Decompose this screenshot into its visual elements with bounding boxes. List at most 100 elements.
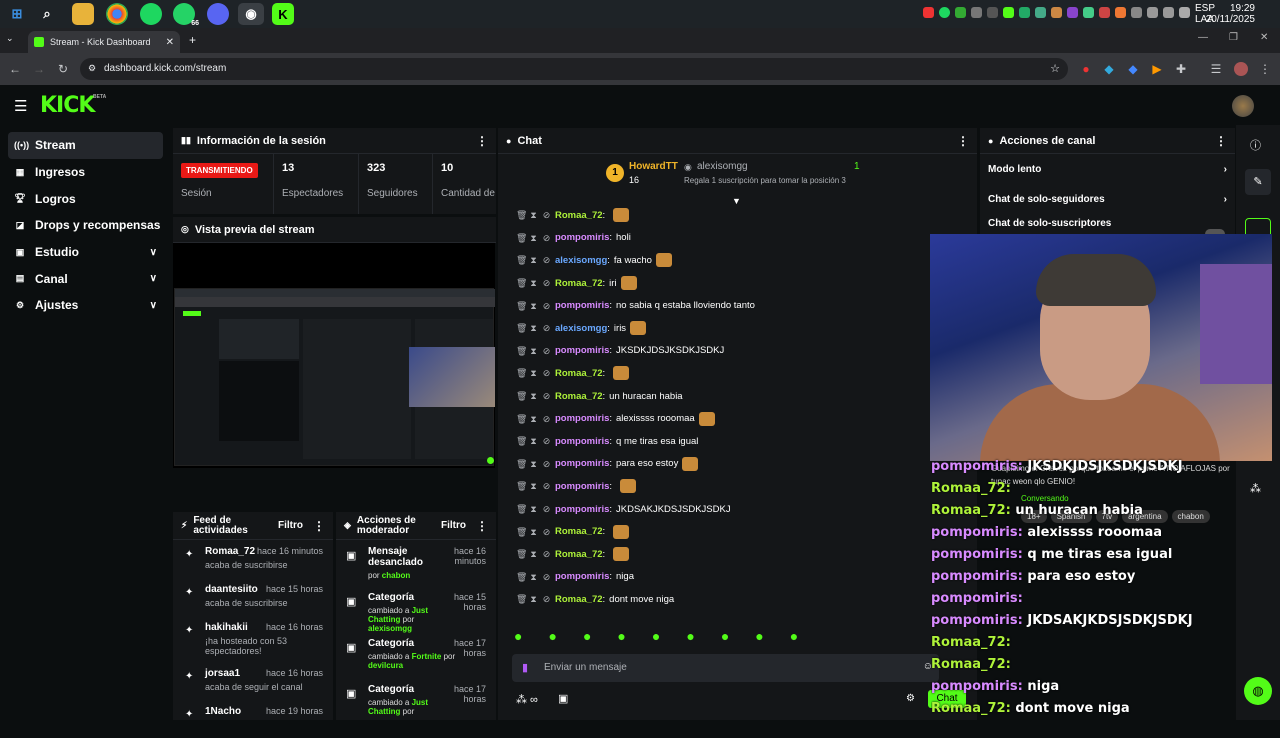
extension-icon[interactable]: ◆ <box>1102 62 1116 76</box>
ban-icon[interactable]: ⊘ <box>542 391 551 401</box>
spotify-icon[interactable] <box>140 3 162 25</box>
network-icon[interactable] <box>1131 7 1142 18</box>
emote-icon[interactable]: ● <box>790 628 798 650</box>
chat-username[interactable]: pompomiris <box>555 571 609 582</box>
sidebar-item-ingresos[interactable]: ▦ Ingresos <box>8 159 163 186</box>
chat-message[interactable]: 🗑︎ ⧗ ⊘ pompomiris: JKSDKJDSJKSDKJSDKJ <box>498 340 977 363</box>
delete-icon[interactable]: 🗑︎ <box>516 301 527 311</box>
store-icon[interactable]: ▣ <box>558 692 568 705</box>
bookmark-star-icon[interactable]: ☆ <box>1050 62 1060 75</box>
timeout-icon[interactable]: ⧗ <box>529 436 538 446</box>
tray-icon[interactable] <box>1035 7 1046 18</box>
chat-username[interactable]: alexisomgg <box>555 255 607 266</box>
extension-icon[interactable]: ▶ <box>1150 62 1164 76</box>
clock[interactable]: 19:29 20/11/2025 <box>1206 3 1255 25</box>
chat-message[interactable]: 🗑︎ ⧗ ⊘ Romaa_72: dont move niga <box>498 588 977 611</box>
delete-icon[interactable]: 🗑︎ <box>516 323 527 333</box>
chat-username[interactable]: pompomiris <box>555 458 609 469</box>
battery-icon[interactable] <box>1163 7 1174 18</box>
chat-message[interactable]: 🗑︎ ⧗ ⊘ pompomiris: para eso estoy <box>498 453 977 476</box>
ban-icon[interactable]: ⊘ <box>542 527 551 537</box>
ban-icon[interactable]: ⊘ <box>542 549 551 559</box>
delete-icon[interactable]: 🗑︎ <box>516 504 527 514</box>
more-options-icon[interactable]: ⋮ <box>476 134 488 148</box>
chat-message[interactable]: 🗑︎ ⧗ ⊘ alexisomgg: fa wacho <box>498 249 977 272</box>
discord-icon[interactable] <box>207 3 229 25</box>
browser-tab[interactable]: Stream - Kick Dashboard ✕ <box>28 31 180 53</box>
user-avatar[interactable] <box>1232 95 1254 117</box>
delete-icon[interactable]: 🗑︎ <box>516 459 527 469</box>
ban-icon[interactable]: ⊘ <box>542 504 551 514</box>
chat-message[interactable]: 🗑︎ ⧗ ⊘ Romaa_72: <box>498 204 977 227</box>
emote-icon[interactable]: ● <box>514 628 522 650</box>
volume-icon[interactable] <box>1147 7 1158 18</box>
timeout-icon[interactable]: ⧗ <box>529 255 538 265</box>
chrome-icon[interactable] <box>106 3 128 25</box>
timeout-icon[interactable]: ⧗ <box>529 504 538 514</box>
mic-icon[interactable]: ▮ <box>522 661 528 674</box>
timeout-icon[interactable]: ⧗ <box>529 368 538 378</box>
timeout-icon[interactable]: ⧗ <box>529 346 538 356</box>
top-gifter-name[interactable]: HowardTT <box>629 161 678 172</box>
timeout-icon[interactable]: ⧗ <box>529 210 538 220</box>
emote-icon[interactable]: ● <box>652 628 660 650</box>
emote-icon[interactable]: ● <box>548 628 556 650</box>
delete-icon[interactable]: 🗑︎ <box>516 436 527 446</box>
delete-icon[interactable]: 🗑︎ <box>516 255 527 265</box>
emote-icon[interactable]: ● <box>755 628 763 650</box>
tray-icon[interactable] <box>939 7 950 18</box>
chat-message[interactable]: 🗑︎ ⧗ ⊘ Romaa_72: <box>498 543 977 566</box>
chat-message[interactable]: 🗑︎ ⧗ ⊘ pompomiris: <box>498 475 977 498</box>
kick-app-icon[interactable]: K <box>272 3 294 25</box>
filter-button[interactable]: Filtro <box>441 520 466 531</box>
ban-icon[interactable]: ⊘ <box>542 481 551 491</box>
ban-icon[interactable]: ⊘ <box>542 346 551 356</box>
tray-icon[interactable] <box>1179 7 1190 18</box>
browser-menu-icon[interactable]: ⋮ <box>1258 62 1272 76</box>
site-info-icon[interactable]: ⚙ <box>88 63 96 74</box>
extension-icon[interactable]: ● <box>1079 62 1093 76</box>
feed-item[interactable]: ✦ Romaa_72 acaba de suscribirse hace 16 min… <box>173 540 333 578</box>
minimize-icon[interactable]: — <box>1198 32 1208 43</box>
delete-icon[interactable]: 🗑︎ <box>516 278 527 288</box>
extension-icon[interactable]: ◆ <box>1126 62 1140 76</box>
timeout-icon[interactable]: ⧗ <box>529 391 538 401</box>
chat-username[interactable]: pompomiris <box>555 413 609 424</box>
sidebar-item-logros[interactable]: 🏆︎ Logros <box>8 185 163 212</box>
edit-icon[interactable]: ✎ <box>1245 169 1271 195</box>
mod-by[interactable]: devilcura <box>368 661 403 670</box>
tray-icon[interactable] <box>923 7 934 18</box>
chat-message[interactable]: 🗑︎ ⧗ ⊘ pompomiris: niga <box>498 566 977 589</box>
help-button[interactable]: ◍ <box>1244 677 1272 705</box>
more-options-icon[interactable]: ⋮ <box>476 519 488 533</box>
feed-item[interactable]: ✦ hakihakii ¡ha hosteado con 53 espectador… <box>173 616 333 662</box>
chat-username[interactable]: Romaa_72 <box>555 368 603 379</box>
chat-message[interactable]: 🗑︎ ⧗ ⊘ alexisomgg: iris <box>498 317 977 340</box>
tray-icon[interactable] <box>1003 7 1014 18</box>
tray-icon[interactable] <box>1051 7 1062 18</box>
tray-icon[interactable] <box>1099 7 1110 18</box>
chat-message[interactable]: 🗑︎ ⧗ ⊘ pompomiris: holi <box>498 227 977 250</box>
chat-username[interactable]: Romaa_72 <box>555 526 603 537</box>
chat-username[interactable]: pompomiris <box>555 232 609 243</box>
timeout-icon[interactable]: ⧗ <box>529 459 538 469</box>
timeout-icon[interactable]: ⧗ <box>529 233 538 243</box>
windows-start-icon[interactable]: ⊞ <box>6 3 28 25</box>
info-icon[interactable]: ⓘ <box>1250 137 1261 153</box>
timeout-icon[interactable]: ⧗ <box>529 481 538 491</box>
mod-action-item[interactable]: ▣ Mensaje desanclado por chabon hace 16 min… <box>336 540 496 586</box>
chat-message[interactable]: 🗑︎ ⧗ ⊘ Romaa_72: iri <box>498 272 977 295</box>
chat-username[interactable]: pompomiris <box>555 300 609 311</box>
chat-message[interactable]: 🗑︎ ⧗ ⊘ pompomiris: alexissss rooomaa <box>498 407 977 430</box>
obs-icon[interactable]: ◉ <box>238 3 264 25</box>
delete-icon[interactable]: 🗑︎ <box>516 572 527 582</box>
address-bar[interactable]: ⚙ dashboard.kick.com/stream ☆ <box>80 58 1068 80</box>
sidebar-item-stream[interactable]: ((•)) Stream <box>8 132 163 159</box>
chat-username[interactable]: Romaa_72 <box>555 391 603 402</box>
sidebar-item-ajustes[interactable]: ⚙ Ajustes ∨ <box>8 292 163 319</box>
whatsapp-icon[interactable]: 66 <box>173 3 199 27</box>
emote-icon[interactable]: ● <box>617 628 625 650</box>
timeout-icon[interactable]: ⧗ <box>529 301 538 311</box>
tab-search-icon[interactable]: ⌄ <box>6 33 20 47</box>
chat-username[interactable]: alexisomgg <box>555 323 607 334</box>
